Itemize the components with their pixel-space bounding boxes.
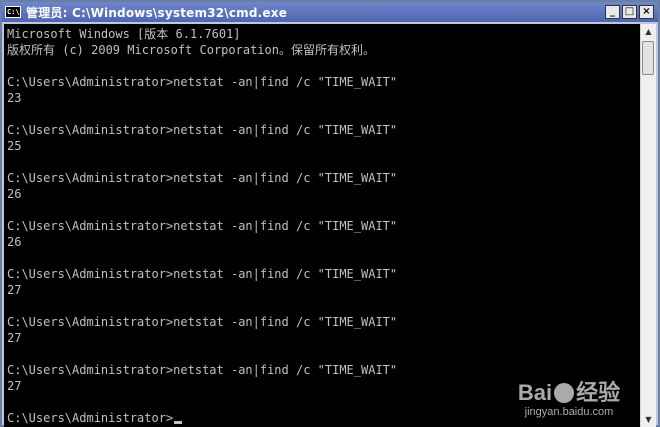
- minimize-button[interactable]: _: [605, 5, 620, 19]
- console-output[interactable]: Microsoft Windows [版本 6.1.7601] 版权所有 (c) …: [4, 24, 642, 427]
- console-line: C:\Users\Administrator>netstat -an|find …: [7, 267, 398, 281]
- window-title: 管理员: C:\Windows\system32\cmd.exe: [26, 5, 288, 20]
- scroll-up-arrow-icon[interactable]: ▲: [641, 24, 656, 39]
- scroll-thumb[interactable]: [642, 41, 654, 75]
- maximize-button[interactable]: □: [622, 5, 637, 19]
- paw-icon: [554, 383, 575, 403]
- console-line: 27: [7, 283, 22, 297]
- window-controls: _ □ ×: [605, 5, 654, 19]
- vertical-scrollbar[interactable]: ▲ ▼: [640, 24, 656, 427]
- console-lines: Microsoft Windows [版本 6.1.7601] 版权所有 (c) …: [4, 24, 642, 426]
- console-line: 版权所有 (c) 2009 Microsoft Corporation。保留所有…: [7, 43, 375, 57]
- watermark-logo: Bai 经验: [504, 380, 634, 406]
- close-button[interactable]: ×: [639, 5, 654, 19]
- cmd-console-icon[interactable]: C:\: [5, 6, 21, 18]
- console-line: 26: [7, 187, 22, 201]
- console-line: 25: [7, 139, 22, 153]
- console-line: 23: [7, 91, 22, 105]
- console-line: C:\Users\Administrator>netstat -an|find …: [7, 363, 398, 377]
- console-line: Microsoft Windows [版本 6.1.7601]: [7, 27, 241, 41]
- console-line: C:\Users\Administrator>netstat -an|find …: [7, 219, 398, 233]
- console-line: C:\Users\Administrator>netstat -an|find …: [7, 171, 398, 185]
- watermark-logo-suffix: 经验: [576, 380, 621, 405]
- watermark-logo-text: Bai: [517, 380, 553, 405]
- console-line: 27: [7, 331, 22, 345]
- title-bar[interactable]: C:\ 管理员: C:\Windows\system32\cmd.exe _ □…: [2, 2, 658, 22]
- console-line: C:\Users\Administrator>netstat -an|find …: [7, 123, 398, 137]
- watermark-url: jingyan.baidu.com: [524, 406, 614, 418]
- console-line: 26: [7, 235, 22, 249]
- scroll-down-arrow-icon[interactable]: ▼: [641, 412, 656, 427]
- console-line: C:\Users\Administrator>netstat -an|find …: [7, 75, 398, 89]
- console-line: C:\Users\Administrator>netstat -an|find …: [7, 315, 398, 329]
- cmd-window: C:\ 管理员: C:\Windows\system32\cmd.exe _ □…: [0, 0, 660, 427]
- baidu-jingyan-watermark: Bai 经验 jingyan.baidu.com: [504, 380, 634, 419]
- text-cursor: [174, 421, 183, 424]
